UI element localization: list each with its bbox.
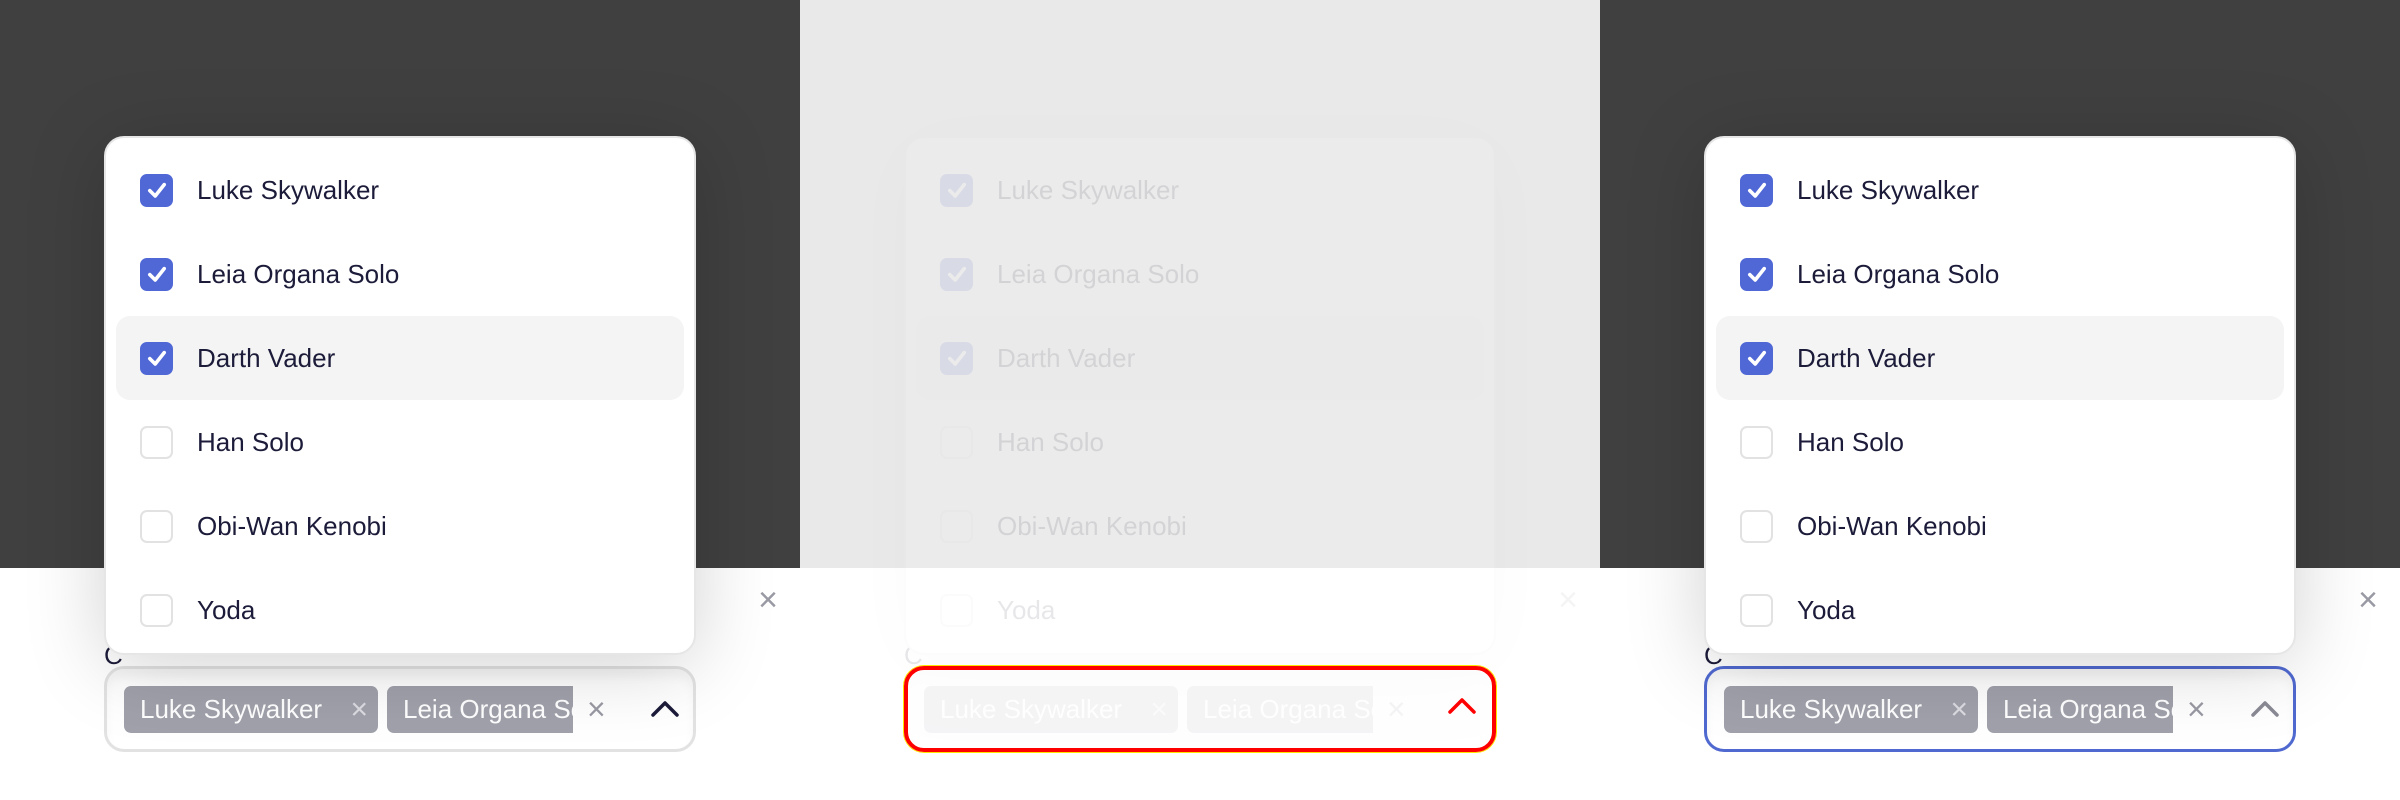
option-label: Han Solo — [197, 426, 304, 457]
option-item[interactable]: Han Solo — [116, 400, 684, 484]
clear-icon[interactable]: × — [1552, 583, 1584, 617]
option-label: Obi-Wan Kenobi — [197, 510, 387, 541]
option-label: Darth Vader — [997, 342, 1136, 373]
option-item[interactable]: Han Solo — [916, 400, 1484, 484]
option-item[interactable]: Darth Vader — [1716, 316, 2284, 400]
checkbox-icon[interactable] — [940, 425, 973, 459]
option-label: Luke Skywalker — [997, 174, 1180, 205]
option-item[interactable]: Obi-Wan Kenobi — [1716, 484, 2284, 568]
option-label: Han Solo — [997, 426, 1104, 457]
chip-remove-icon[interactable]: × — [1950, 686, 1968, 733]
multiselect-panel-focus: C × Luke Skywalker× Leia Organa Solo × L… — [1600, 0, 2400, 800]
option-item[interactable]: Darth Vader — [116, 316, 684, 400]
chip: Luke Skywalker × — [1724, 686, 1978, 733]
option-item[interactable]: Luke Skywalker — [1716, 148, 2284, 232]
chevron-up-icon[interactable] — [2247, 691, 2283, 727]
chip-remove-icon[interactable]: × — [350, 686, 368, 733]
checkbox-checked-icon[interactable] — [940, 173, 973, 207]
option-label: Leia Organa Solo — [997, 258, 1200, 289]
option-label: Yoda — [997, 594, 1056, 625]
option-item[interactable]: Darth Vader — [916, 316, 1484, 400]
chevron-up-icon[interactable] — [647, 691, 683, 727]
multiselect-input[interactable]: Luke Skywalker × Leia Organa Solo × — [104, 666, 696, 752]
checkbox-icon[interactable] — [140, 509, 173, 543]
option-label: Leia Organa Solo — [197, 258, 400, 289]
multiselect-panel-default: C × Luke Skywalker× Leia Organa Solo × L… — [0, 0, 800, 800]
checkbox-checked-icon[interactable] — [140, 173, 173, 207]
dropdown-menu: Luke Skywalker Leia Organa Solo Darth Va… — [1704, 136, 2296, 655]
clear-selection-icon[interactable]: × — [2187, 681, 2206, 737]
option-label: Darth Vader — [197, 342, 336, 373]
option-label: Yoda — [197, 594, 256, 625]
checkbox-icon[interactable] — [940, 509, 973, 543]
option-label: Luke Skywalker — [1797, 174, 1980, 205]
option-item[interactable]: Yoda — [916, 568, 1484, 652]
option-item[interactable]: Yoda — [1716, 568, 2284, 652]
dropdown-menu: Luke Skywalker Leia Organa Solo Darth Va… — [104, 136, 696, 655]
checkbox-checked-icon[interactable] — [940, 257, 973, 291]
option-label: Obi-Wan Kenobi — [1797, 510, 1987, 541]
checkbox-icon[interactable] — [1740, 509, 1773, 543]
checkbox-icon[interactable] — [140, 593, 173, 627]
option-label: Yoda — [1797, 594, 1856, 625]
chip-label: Luke Skywalker — [140, 694, 323, 724]
option-item[interactable]: Obi-Wan Kenobi — [916, 484, 1484, 568]
option-label: Leia Organa Solo — [1797, 258, 2000, 289]
checkbox-icon[interactable] — [1740, 593, 1773, 627]
option-label: Han Solo — [1797, 426, 1904, 457]
chip: Leia Organa Solo — [387, 686, 573, 733]
chip: Luke Skywalker × — [124, 686, 378, 733]
checkbox-checked-icon[interactable] — [940, 341, 973, 375]
checkbox-checked-icon[interactable] — [140, 341, 173, 375]
option-label: Obi-Wan Kenobi — [997, 510, 1187, 541]
option-item[interactable]: Leia Organa Solo — [116, 232, 684, 316]
chip-label: Leia Organa Solo — [403, 694, 573, 724]
option-label: Darth Vader — [1797, 342, 1936, 373]
chip-label: Leia Organa Solo — [2003, 694, 2173, 724]
option-item[interactable]: Leia Organa Solo — [916, 232, 1484, 316]
chip-label: Luke Skywalker — [1740, 694, 1923, 724]
option-item[interactable]: Han Solo — [1716, 400, 2284, 484]
option-item[interactable]: Leia Organa Solo — [1716, 232, 2284, 316]
option-label: Luke Skywalker — [197, 174, 380, 205]
error-outline — [904, 666, 1496, 752]
chevron-up-icon — [1444, 688, 1480, 724]
option-item[interactable]: Yoda — [116, 568, 684, 652]
checkbox-icon[interactable] — [140, 425, 173, 459]
multiselect-input[interactable]: Luke Skywalker × Leia Organa Solo × — [1704, 666, 2296, 752]
checkbox-icon[interactable] — [940, 593, 973, 627]
option-item[interactable]: Luke Skywalker — [916, 148, 1484, 232]
chip: Leia Organa Solo — [1987, 686, 2173, 733]
option-item[interactable]: Luke Skywalker — [116, 148, 684, 232]
multiselect-panel-disabled: C × Luke Skywalker× Leia Organa Solo × L… — [800, 0, 1600, 800]
checkbox-checked-icon[interactable] — [1740, 257, 1773, 291]
checkbox-icon[interactable] — [1740, 425, 1773, 459]
checkbox-checked-icon[interactable] — [1740, 341, 1773, 375]
clear-icon[interactable]: × — [2352, 583, 2384, 617]
clear-selection-icon[interactable]: × — [587, 681, 606, 737]
clear-icon[interactable]: × — [752, 583, 784, 617]
checkbox-checked-icon[interactable] — [140, 257, 173, 291]
checkbox-checked-icon[interactable] — [1740, 173, 1773, 207]
dropdown-menu: Luke Skywalker Leia Organa Solo Darth Va… — [904, 136, 1496, 655]
option-item[interactable]: Obi-Wan Kenobi — [116, 484, 684, 568]
